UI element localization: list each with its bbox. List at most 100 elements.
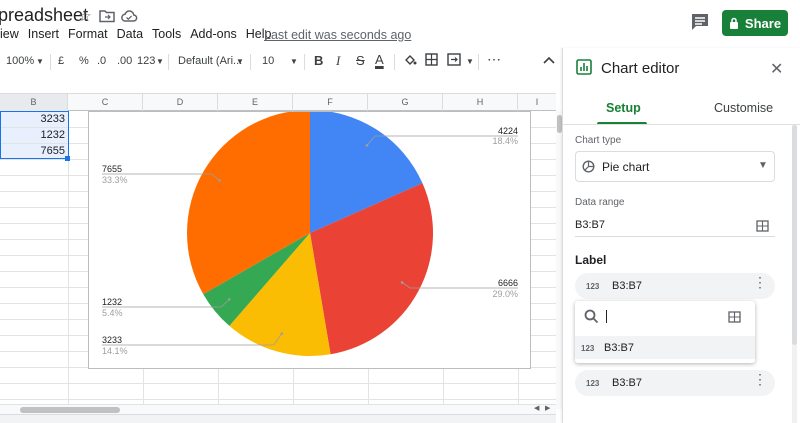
chart-type-label: Chart type (575, 135, 622, 146)
cell-b-value[interactable]: 3233 (0, 112, 68, 127)
cell-b-value[interactable]: 7655 (0, 144, 68, 159)
search-input[interactable] (606, 310, 607, 323)
cloud-saved-icon[interactable] (120, 8, 138, 26)
column-header-h[interactable]: H (443, 94, 518, 111)
decrease-decimal-button[interactable]: .0 (97, 55, 106, 67)
fill-color-icon[interactable] (403, 53, 417, 70)
number-format-icon: 123 (581, 344, 595, 353)
slice-leader-dot (365, 144, 369, 147)
bold-button[interactable]: B (314, 53, 323, 68)
scroll-right-icon[interactable]: ▶ (545, 404, 550, 412)
share-label: Share (744, 15, 782, 31)
search-icon (584, 309, 599, 329)
document-title[interactable]: preadsheet (0, 5, 88, 26)
tab-divider (563, 124, 800, 125)
toolbar: 100% ▼ £ % .0 .00 123 ▼ Default (Ari... … (0, 48, 562, 76)
column-header-f[interactable]: F (293, 94, 368, 111)
slice-leader-dot (218, 179, 221, 182)
increase-decimal-button[interactable]: .00 (117, 55, 132, 67)
data-range-input[interactable]: B3:B7 (575, 219, 605, 231)
chart-type-value: Pie chart (602, 160, 650, 174)
collapse-toolbar-icon[interactable] (543, 55, 555, 67)
value-chip-range: B3:B7 (612, 377, 642, 389)
font-select[interactable]: Default (Ari... (178, 55, 242, 67)
data-range-label: Data range (575, 197, 625, 208)
borders-icon[interactable] (425, 53, 438, 69)
percent-format-button[interactable]: % (79, 55, 89, 67)
menu-insert[interactable]: Insert (28, 27, 59, 45)
slice-percent-label: 14.1% (102, 346, 128, 356)
menu-tools[interactable]: Tools (152, 27, 181, 45)
font-dropdown-icon[interactable]: ▼ (236, 57, 244, 66)
column-header-d[interactable]: D (143, 94, 218, 111)
column-header-b[interactable]: B (0, 94, 68, 111)
select-range-icon[interactable] (756, 219, 769, 237)
zoom-dropdown-icon[interactable]: ▼ (36, 57, 44, 66)
close-icon[interactable]: ✕ (770, 59, 783, 79)
lock-icon (729, 17, 738, 29)
more-tools-icon[interactable]: ⋯ (487, 51, 501, 68)
text-color-button[interactable]: A (375, 52, 384, 67)
move-folder-icon[interactable] (98, 8, 116, 26)
slice-percent-label: 29.0% (492, 289, 518, 299)
more-formats-button[interactable]: 123 (137, 55, 155, 67)
slice-value-label: 1232 (102, 297, 122, 307)
menu-view[interactable]: iew (0, 27, 19, 45)
scroll-left-icon[interactable]: ◀ (534, 404, 539, 412)
value-chip[interactable]: 123 B3:B7 ⋮ (575, 370, 775, 396)
chart-editor-icon (576, 59, 592, 80)
label-chip[interactable]: 123 B3:B7 ⋮ (575, 273, 775, 299)
merge-dropdown-icon[interactable]: ▼ (466, 57, 474, 66)
sheet-tabs-bar (0, 414, 556, 423)
italic-button[interactable]: I (336, 53, 340, 69)
comment-icon[interactable] (690, 12, 710, 32)
star-icon[interactable]: ☆ (76, 8, 94, 26)
chevron-down-icon[interactable]: ▼ (758, 160, 768, 171)
horizontal-scroll-thumb[interactable] (20, 407, 120, 413)
last-edit-link[interactable]: Last edit was seconds ago (264, 28, 411, 42)
slice-percent-label: 18.4% (492, 136, 518, 146)
select-range-icon[interactable] (728, 310, 741, 328)
data-range-underline (575, 236, 775, 237)
more-options-icon[interactable]: ⋮ (753, 275, 767, 289)
slice-leader-dot (280, 332, 284, 335)
number-format-icon: 123 (586, 282, 600, 291)
column-header-c[interactable]: C (68, 94, 143, 111)
pie-chart-icon (582, 160, 595, 178)
pie-chart[interactable]: 4224 18.4% 6666 29.0% 3233 14.1% 1232 5.… (88, 110, 531, 369)
column-headers: B C D E F G H I (0, 93, 556, 111)
fill-handle[interactable] (65, 156, 70, 161)
menu-bar: iew Insert Format Data Tools Add-ons Hel… (0, 27, 281, 45)
chart-editor-title: Chart editor (601, 60, 680, 77)
tab-customise[interactable]: Customise (714, 101, 773, 115)
strikethrough-button[interactable]: S (356, 53, 365, 68)
column-header-i[interactable]: I (518, 94, 556, 111)
menu-format[interactable]: Format (68, 27, 108, 45)
column-header-g[interactable]: G (368, 94, 443, 111)
formats-dropdown-icon[interactable]: ▼ (156, 57, 164, 66)
font-size-dropdown-icon[interactable]: ▼ (290, 57, 298, 66)
slice-leader-dot (227, 298, 231, 301)
slice-value-label: 3233 (102, 335, 122, 345)
label-section-heading: Label (575, 253, 607, 267)
slice-percent-label: 33.3% (102, 175, 128, 185)
menu-addons[interactable]: Add-ons (190, 27, 237, 45)
editor-scroll-thumb[interactable] (792, 125, 797, 345)
slice-percent-label: 5.4% (102, 308, 123, 318)
dropdown-option[interactable] (575, 336, 755, 359)
dropdown-option-label: B3:B7 (604, 342, 634, 354)
pie-chart-svg: 4224 18.4% 6666 29.0% 3233 14.1% 1232 5.… (102, 110, 518, 356)
column-header-e[interactable]: E (218, 94, 293, 111)
cell-b-value[interactable]: 1232 (0, 128, 68, 143)
menu-data[interactable]: Data (117, 27, 143, 45)
slice-value-label: 4224 (498, 126, 518, 136)
label-chip-range: B3:B7 (612, 280, 642, 292)
share-button[interactable]: Share (722, 10, 788, 36)
currency-format-button[interactable]: £ (58, 55, 64, 67)
zoom-select[interactable]: 100% (6, 55, 34, 67)
font-size-select[interactable]: 10 (262, 55, 274, 67)
number-format-icon: 123 (586, 379, 600, 388)
more-options-icon[interactable]: ⋮ (753, 372, 767, 386)
merge-cells-icon[interactable] (447, 53, 461, 69)
tab-setup[interactable]: Setup (606, 101, 641, 115)
